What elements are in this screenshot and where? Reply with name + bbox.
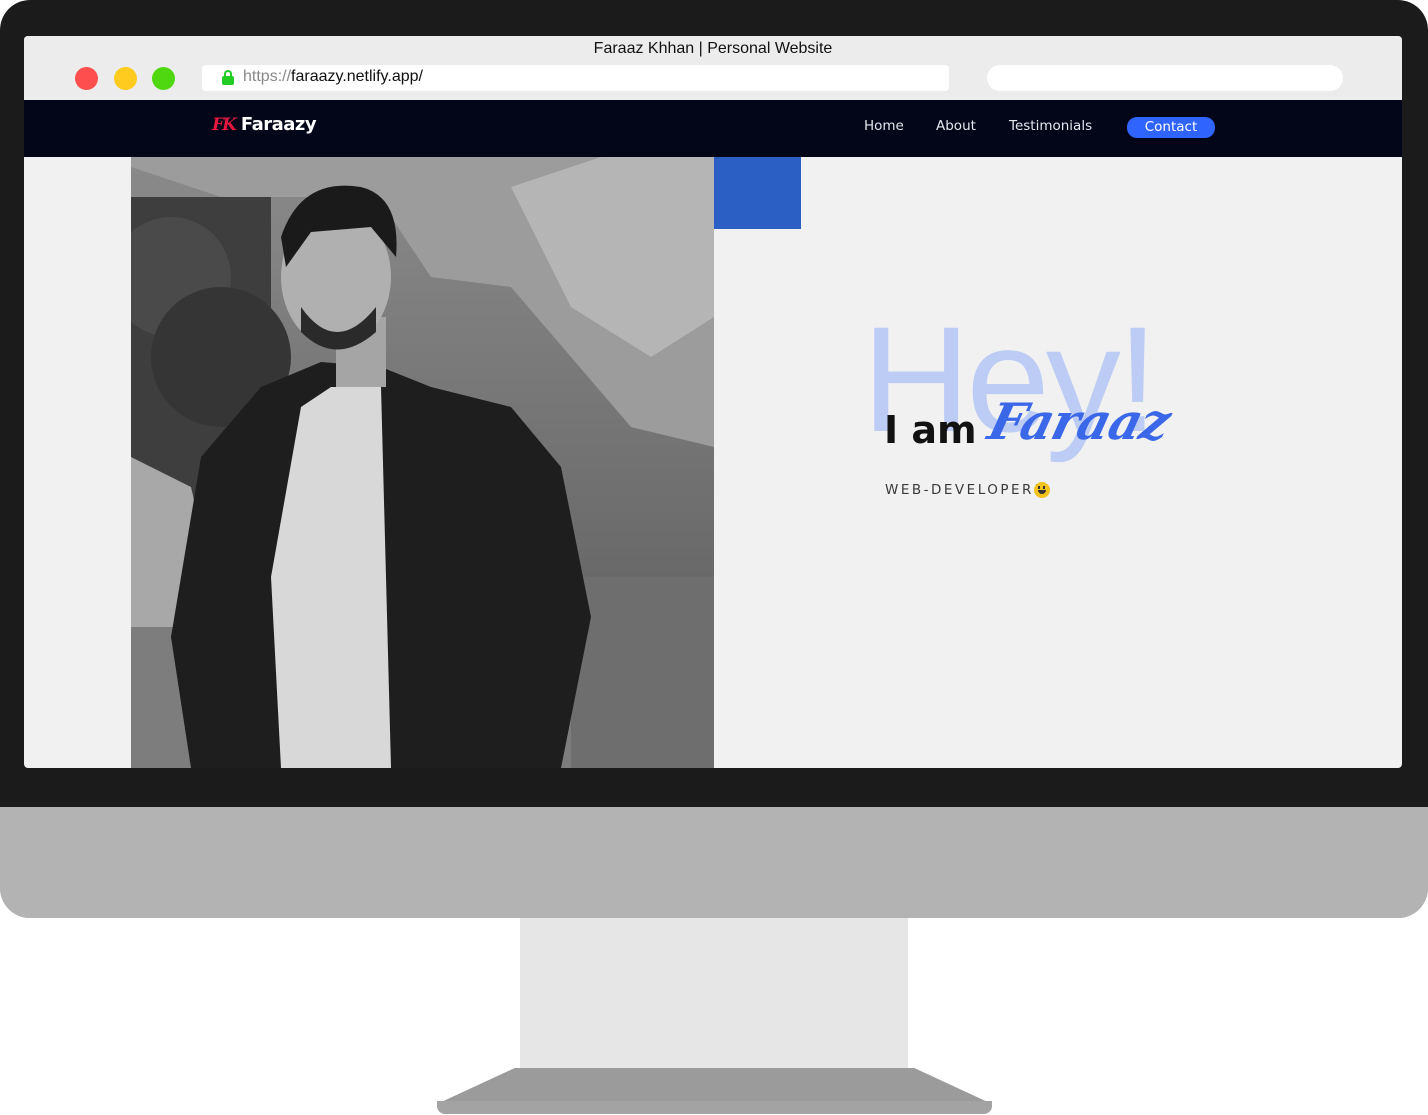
- portrait-image: [131, 157, 714, 768]
- close-window-button[interactable]: [75, 67, 98, 90]
- browser-bar: Faraaz Khhan | Personal Website https://…: [24, 36, 1402, 100]
- hero-name: Faraaz: [982, 392, 1177, 451]
- hero-role: WEB-DEVELOPER!: [885, 482, 1042, 498]
- url-host: faraazy.netlify.app/: [291, 68, 423, 85]
- hero-photo: [131, 157, 714, 768]
- site-logo[interactable]: FK Faraazy: [212, 114, 317, 135]
- monitor-stand-foot: [437, 1101, 992, 1114]
- maximize-window-button[interactable]: [152, 67, 175, 90]
- logo-text: Faraazy: [240, 114, 317, 135]
- monitor-chin: [0, 807, 1428, 918]
- nav-link-about[interactable]: About: [936, 118, 976, 134]
- url-scheme: https://: [243, 68, 292, 85]
- monitor-stand-neck: [520, 918, 908, 1070]
- site-navbar: FK Faraazy Home About Testimonials Conta…: [24, 100, 1402, 157]
- minimize-window-button[interactable]: [114, 67, 137, 90]
- monitor-stand-base: [437, 1068, 992, 1104]
- hero-intro: I am: [884, 408, 977, 452]
- nav-link-testimonials[interactable]: Testimonials: [1009, 118, 1092, 134]
- monitor-frame: Faraaz Khhan | Personal Website https://…: [0, 0, 1428, 918]
- lock-icon: [222, 70, 234, 85]
- contact-button[interactable]: Contact: [1127, 117, 1215, 138]
- search-input[interactable]: [987, 65, 1343, 91]
- address-bar[interactable]: https://faraazy.netlify.app/: [202, 65, 949, 91]
- window-title: Faraaz Khhan | Personal Website: [593, 40, 833, 57]
- screen: Faraaz Khhan | Personal Website https://…: [24, 36, 1402, 768]
- accent-block: [714, 157, 801, 229]
- nav-link-home[interactable]: Home: [864, 118, 904, 134]
- logo-mark: FK: [212, 114, 237, 135]
- url-text: https://faraazy.netlify.app/: [243, 68, 423, 86]
- smiley-icon: [1034, 482, 1050, 498]
